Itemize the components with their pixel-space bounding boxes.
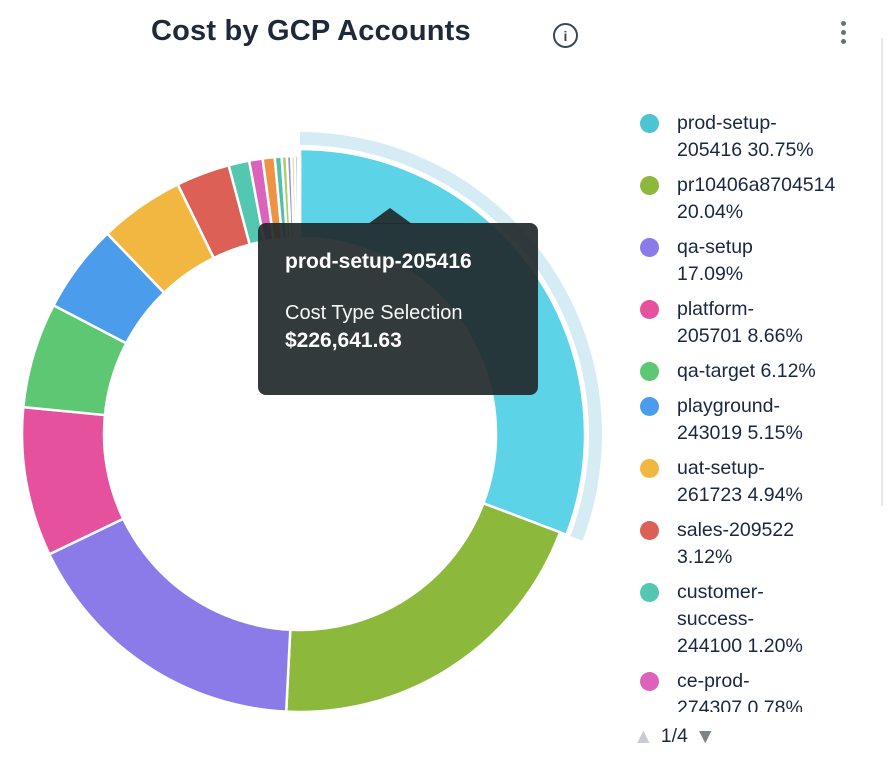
legend-label: uat-setup- 261723 4.94% (677, 455, 803, 509)
kebab-menu-icon[interactable] (833, 16, 853, 48)
legend-list: prod-setup- 205416 30.75% pr10406a8704514… (640, 110, 890, 712)
tooltip-series-name: prod-setup-205416 (285, 250, 518, 274)
donut-slice-qa-setup[interactable] (49, 519, 290, 712)
legend-swatch-icon (640, 397, 659, 416)
legend-swatch-icon (640, 583, 659, 602)
legend-item[interactable]: qa-setup 17.09% (640, 234, 890, 288)
chart-tooltip: prod-setup-205416 Cost Type Selection $2… (258, 223, 538, 395)
legend-label: qa-target 6.12% (677, 358, 816, 385)
legend-swatch-icon (640, 459, 659, 478)
legend-item[interactable]: playground- 243019 5.15% (640, 393, 890, 447)
panel-divider (881, 38, 883, 506)
legend-label: customer- success- 244100 1.20% (677, 579, 803, 660)
legend-label: sales-209522 3.12% (677, 517, 794, 571)
legend-item[interactable]: customer- success- 244100 1.20% (640, 579, 890, 660)
legend-page-up-icon[interactable]: ▲ (633, 726, 654, 747)
legend-label: prod-setup- 205416 30.75% (677, 110, 814, 164)
legend-swatch-icon (640, 521, 659, 540)
tooltip-value: $226,641.63 (285, 328, 518, 353)
legend-label: pr10406a8704514 20.04% (677, 172, 835, 226)
legend-item[interactable]: qa-target 6.12% (640, 358, 890, 385)
legend-label: platform- 205701 8.66% (677, 296, 803, 350)
legend-page-label: 1/4 (661, 725, 688, 748)
legend-pagination: ▲ 1/4 ▼ (633, 721, 716, 751)
legend-swatch-icon (640, 672, 659, 691)
legend-item[interactable]: prod-setup- 205416 30.75% (640, 110, 890, 164)
legend-label: ce-prod- 274307 0.78% (677, 668, 803, 712)
legend-item[interactable]: ce-prod- 274307 0.78% (640, 668, 890, 712)
legend-swatch-icon (640, 300, 659, 319)
legend-swatch-icon (640, 176, 659, 195)
legend-label: qa-setup 17.09% (677, 234, 753, 288)
tooltip-metric-label: Cost Type Selection (285, 301, 518, 325)
legend-item[interactable]: pr10406a8704514 20.04% (640, 172, 890, 226)
legend-swatch-icon (640, 238, 659, 257)
donut-slice-pr10406a8704514[interactable] (286, 503, 560, 712)
legend-item[interactable]: uat-setup- 261723 4.94% (640, 455, 890, 509)
legend-item[interactable]: platform- 205701 8.66% (640, 296, 890, 350)
legend-page-down-icon[interactable]: ▼ (695, 726, 716, 747)
legend-label: playground- 243019 5.15% (677, 393, 803, 447)
legend-swatch-icon (640, 362, 659, 381)
legend-swatch-icon (640, 114, 659, 133)
legend-item[interactable]: sales-209522 3.12% (640, 517, 890, 571)
